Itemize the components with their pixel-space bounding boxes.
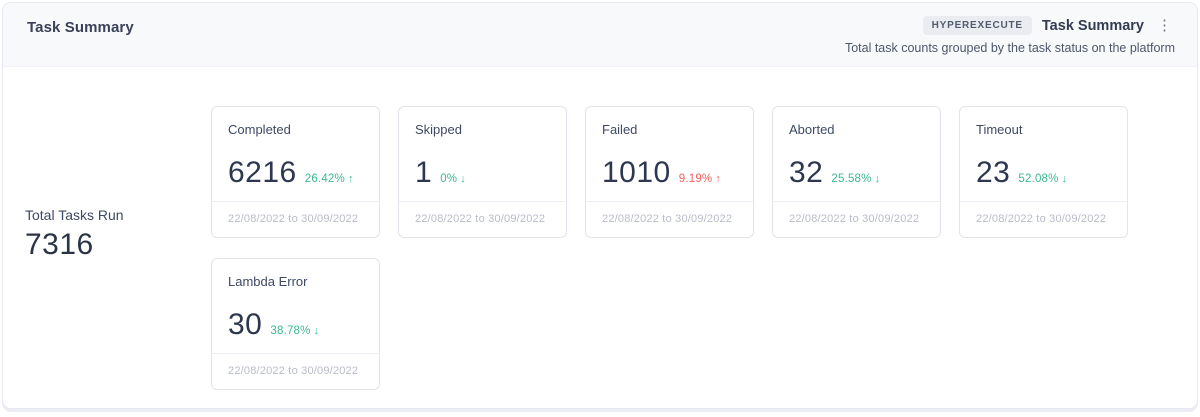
- stat-card-change: 26.42%↑: [305, 173, 354, 185]
- stat-card-daterange: 22/08/2022 to 30/09/2022: [586, 201, 753, 237]
- trend-arrow-icon: ↓: [314, 325, 320, 337]
- stat-card-daterange: 22/08/2022 to 30/09/2022: [773, 201, 940, 237]
- stat-card-daterange: 22/08/2022 to 30/09/2022: [212, 353, 379, 389]
- cards-grid: Completed 6216 26.42%↑ 22/08/2022 to 30/…: [211, 106, 1147, 390]
- total-tasks-value: 7316: [25, 228, 124, 262]
- page-title: Task Summary: [27, 3, 134, 66]
- stat-card-value: 1: [415, 158, 432, 188]
- stat-card-change-percent: 9.19%: [679, 173, 713, 185]
- total-tasks-block: Total Tasks Run 7316: [25, 207, 124, 262]
- stat-card-value: 30: [228, 310, 262, 340]
- widget-title: Task Summary: [1042, 18, 1144, 34]
- widget-header: Task Summary HYPEREXECUTE Task Summary ⋮…: [3, 3, 1197, 67]
- stat-card-title: Aborted: [789, 122, 924, 137]
- stat-card: Lambda Error 30 38.78% ↓ 22/08/2022 to 30…: [211, 258, 380, 390]
- stat-card-title: Failed: [602, 122, 737, 137]
- stat-card-change-percent: 25.58%: [831, 173, 871, 185]
- stat-card-change: 25.58% ↓: [831, 173, 880, 185]
- widget-subtitle: Total task counts grouped by the task st…: [845, 41, 1175, 55]
- stat-card: Completed 6216 26.42%↑ 22/08/2022 to 30/…: [211, 106, 380, 238]
- stat-card-body: Skipped 1 0%↓: [399, 107, 566, 188]
- total-tasks-label: Total Tasks Run: [25, 207, 124, 223]
- stat-card-metric: 1 0%↓: [415, 158, 550, 188]
- stat-card-change: 9.19%↑: [679, 173, 721, 185]
- stat-card-title: Skipped: [415, 122, 550, 137]
- stat-card: Timeout 23 52.08% ↓ 22/08/2022 to 30/09/2…: [959, 106, 1128, 238]
- stat-card-metric: 30 38.78% ↓: [228, 310, 363, 340]
- stat-card: Aborted 32 25.58% ↓ 22/08/2022 to 30/09/2…: [772, 106, 941, 238]
- trend-arrow-icon: ↑: [715, 173, 721, 185]
- stat-card-change-percent: 38.78%: [270, 325, 310, 337]
- stat-card-change: 38.78% ↓: [270, 325, 319, 337]
- stat-card-change-percent: 0%: [440, 173, 457, 185]
- stat-card-value: 6216: [228, 158, 297, 188]
- stat-card-metric: 6216 26.42%↑: [228, 158, 363, 188]
- kebab-menu-icon[interactable]: ⋮: [1154, 16, 1175, 35]
- stat-card-body: Failed 1010 9.19%↑: [586, 107, 753, 188]
- stat-card-metric: 32 25.58% ↓: [789, 158, 924, 188]
- stat-card-change: 0%↓: [440, 173, 466, 185]
- stat-card-title: Completed: [228, 122, 363, 137]
- stat-card-daterange: 22/08/2022 to 30/09/2022: [960, 201, 1127, 237]
- trend-arrow-icon: ↓: [875, 173, 881, 185]
- stat-card-value: 23: [976, 158, 1010, 188]
- stat-card-body: Timeout 23 52.08% ↓: [960, 107, 1127, 188]
- stat-card-daterange: 22/08/2022 to 30/09/2022: [399, 201, 566, 237]
- widget-meta: HYPEREXECUTE Task Summary ⋮ Total task c…: [845, 3, 1175, 66]
- stat-card-value: 1010: [602, 158, 671, 188]
- trend-arrow-icon: ↓: [460, 173, 466, 185]
- stat-card-change-percent: 52.08%: [1018, 173, 1058, 185]
- trend-arrow-icon: ↑: [348, 173, 354, 185]
- stat-card-body: Lambda Error 30 38.78% ↓: [212, 259, 379, 340]
- stat-card-daterange: 22/08/2022 to 30/09/2022: [212, 201, 379, 237]
- task-summary-widget: Task Summary HYPEREXECUTE Task Summary ⋮…: [2, 2, 1198, 409]
- stat-card-metric: 1010 9.19%↑: [602, 158, 737, 188]
- stat-card: Skipped 1 0%↓ 22/08/2022 to 30/09/2022: [398, 106, 567, 238]
- stat-card-body: Aborted 32 25.58% ↓: [773, 107, 940, 188]
- stat-card-title: Timeout: [976, 122, 1111, 137]
- stat-card-metric: 23 52.08% ↓: [976, 158, 1111, 188]
- stat-card-value: 32: [789, 158, 823, 188]
- stat-card-title: Lambda Error: [228, 274, 363, 289]
- stat-card-body: Completed 6216 26.42%↑: [212, 107, 379, 188]
- trend-arrow-icon: ↓: [1062, 173, 1068, 185]
- hyperexecute-badge: HYPEREXECUTE: [923, 16, 1032, 35]
- stat-card: Failed 1010 9.19%↑ 22/08/2022 to 30/09/2…: [585, 106, 754, 238]
- widget-content: Total Tasks Run 7316 Completed 6216 26.4…: [3, 67, 1197, 408]
- stat-card-change: 52.08% ↓: [1018, 173, 1067, 185]
- stat-card-change-percent: 26.42%: [305, 173, 345, 185]
